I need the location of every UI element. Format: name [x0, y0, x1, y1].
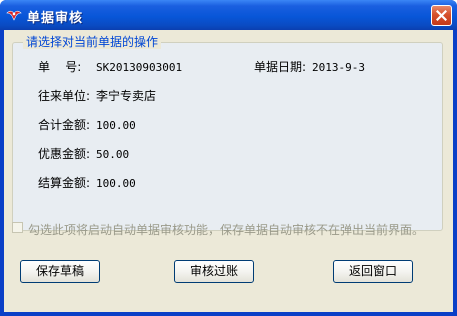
window-title: 单据审核 [27, 11, 84, 26]
partner-value: 李宁专卖店 [96, 89, 157, 103]
bird-logo-icon [6, 7, 22, 23]
settle-amount-label: 结算金额: [38, 176, 91, 190]
doc-date-label: 单据日期: [254, 60, 307, 74]
total-amount-label: 合计金额: [38, 118, 91, 132]
audit-post-button[interactable]: 审核过账 [174, 260, 254, 283]
close-button[interactable] [431, 5, 452, 26]
doc-no-label: 单 号: [38, 60, 82, 74]
discount-amount-label: 优惠金额: [38, 147, 91, 161]
save-draft-button[interactable]: 保存草稿 [20, 260, 100, 283]
auto-audit-checkbox[interactable] [12, 222, 23, 233]
settle-amount-value: 100.00 [96, 177, 136, 190]
doc-date-value: 2013-9-3 [312, 61, 365, 74]
dialog-window: 单据审核 请选择对当前单据的操作 单 号: SK20130903001 单据日期… [0, 0, 457, 316]
doc-no-value: SK20130903001 [96, 61, 183, 74]
back-to-window-button[interactable]: 返回窗口 [333, 260, 413, 283]
discount-amount-value: 50.00 [96, 148, 130, 161]
group-legend: 请选择对当前单据的操作 [23, 35, 162, 49]
operation-groupbox: 请选择对当前单据的操作 单 号: SK20130903001 单据日期: 201… [12, 35, 443, 231]
title-bar[interactable]: 单据审核 [0, 0, 457, 30]
auto-audit-label: 勾选此项将启动自动单据审核功能，保存单据自动审核不在弹出当前界面。 [28, 223, 425, 237]
total-amount-value: 100.00 [96, 119, 136, 132]
close-icon [436, 10, 447, 21]
partner-label: 往来单位: [38, 89, 91, 103]
dialog-body: 请选择对当前单据的操作 单 号: SK20130903001 单据日期: 201… [4, 30, 453, 312]
